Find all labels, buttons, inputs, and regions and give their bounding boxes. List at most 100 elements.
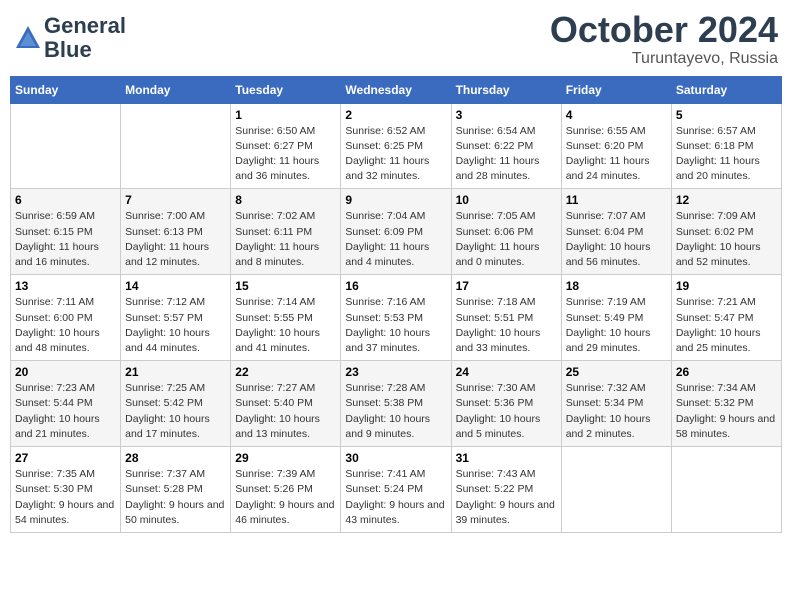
calendar-cell: 8 Sunrise: 7:02 AMSunset: 6:11 PMDaylight… [231,189,341,275]
calendar-header: SundayMondayTuesdayWednesdayThursdayFrid… [11,76,782,103]
day-number: 12 [676,193,777,207]
calendar-cell: 15Sunrise: 7:14 AMSunset: 5:55 PMDayligh… [231,275,341,361]
calendar-cell: 23 Sunrise: 7:28 AMSunset: 5:38 PMDayligh… [341,361,451,447]
day-number: 30 [345,451,446,465]
day-info: Sunrise: 7:11 AMSunset: 6:00 PMDaylight:… [15,295,116,356]
calendar-cell [121,103,231,189]
calendar-week-1: 1Sunrise: 6:50 AMSunset: 6:27 PMDaylight… [11,103,782,189]
calendar-cell [11,103,121,189]
calendar-cell: 2 Sunrise: 6:52 AMSunset: 6:25 PMDaylight… [341,103,451,189]
day-number: 3 [456,108,557,122]
calendar-cell: 19Sunrise: 7:21 AMSunset: 5:47 PMDayligh… [671,275,781,361]
day-number: 21 [125,365,226,379]
weekday-header-friday: Friday [561,76,671,103]
day-number: 23 [345,365,446,379]
day-info: Sunrise: 7:28 AMSunset: 5:38 PMDaylight:… [345,381,446,442]
calendar-body: 1Sunrise: 6:50 AMSunset: 6:27 PMDaylight… [11,103,782,532]
title-block: October 2024 Turuntayevo, Russia [550,10,778,68]
day-number: 26 [676,365,777,379]
calendar-cell: 25 Sunrise: 7:32 AMSunset: 5:34 PMDayligh… [561,361,671,447]
calendar-cell: 1Sunrise: 6:50 AMSunset: 6:27 PMDaylight… [231,103,341,189]
calendar-cell: 9 Sunrise: 7:04 AMSunset: 6:09 PMDaylight… [341,189,451,275]
day-number: 25 [566,365,667,379]
calendar-cell: 12Sunrise: 7:09 AMSunset: 6:02 PMDayligh… [671,189,781,275]
calendar-cell: 5 Sunrise: 6:57 AMSunset: 6:18 PMDaylight… [671,103,781,189]
day-number: 7 [125,193,226,207]
month-title: October 2024 [550,10,778,50]
day-info: Sunrise: 7:23 AMSunset: 5:44 PMDaylight:… [15,381,116,442]
calendar-cell: 21Sunrise: 7:25 AMSunset: 5:42 PMDayligh… [121,361,231,447]
day-info: Sunrise: 7:05 AMSunset: 6:06 PMDaylight:… [456,209,557,270]
weekday-header-tuesday: Tuesday [231,76,341,103]
day-info: Sunrise: 6:55 AMSunset: 6:20 PMDaylight:… [566,124,667,185]
day-number: 4 [566,108,667,122]
day-number: 19 [676,279,777,293]
calendar-cell: 10 Sunrise: 7:05 AMSunset: 6:06 PMDayligh… [451,189,561,275]
calendar-cell: 14 Sunrise: 7:12 AMSunset: 5:57 PMDayligh… [121,275,231,361]
calendar-cell: 4 Sunrise: 6:55 AMSunset: 6:20 PMDaylight… [561,103,671,189]
day-number: 16 [345,279,446,293]
day-number: 5 [676,108,777,122]
day-info: Sunrise: 7:39 AMSunset: 5:26 PMDaylight:… [235,467,336,528]
day-info: Sunrise: 6:57 AMSunset: 6:18 PMDaylight:… [676,124,777,185]
calendar-cell: 3Sunrise: 6:54 AMSunset: 6:22 PMDaylight… [451,103,561,189]
calendar-cell: 26Sunrise: 7:34 AMSunset: 5:32 PMDayligh… [671,361,781,447]
calendar-week-2: 6 Sunrise: 6:59 AMSunset: 6:15 PMDaylight… [11,189,782,275]
day-number: 10 [456,193,557,207]
day-number: 24 [456,365,557,379]
calendar-week-5: 27 Sunrise: 7:35 AMSunset: 5:30 PMDayligh… [11,447,782,533]
day-number: 27 [15,451,116,465]
calendar-cell: 27 Sunrise: 7:35 AMSunset: 5:30 PMDayligh… [11,447,121,533]
calendar-cell: 6 Sunrise: 6:59 AMSunset: 6:15 PMDaylight… [11,189,121,275]
day-number: 17 [456,279,557,293]
day-info: Sunrise: 7:12 AMSunset: 5:57 PMDaylight:… [125,295,226,356]
weekday-header-row: SundayMondayTuesdayWednesdayThursdayFrid… [11,76,782,103]
day-number: 28 [125,451,226,465]
logo: General Blue [14,14,126,62]
day-number: 20 [15,365,116,379]
day-number: 31 [456,451,557,465]
day-info: Sunrise: 7:16 AMSunset: 5:53 PMDaylight:… [345,295,446,356]
weekday-header-monday: Monday [121,76,231,103]
calendar-cell [561,447,671,533]
logo-line1: General [44,14,126,38]
calendar-table: SundayMondayTuesdayWednesdayThursdayFrid… [10,76,782,533]
calendar-cell [671,447,781,533]
logo-icon [14,24,42,52]
day-info: Sunrise: 7:32 AMSunset: 5:34 PMDaylight:… [566,381,667,442]
day-number: 2 [345,108,446,122]
day-number: 6 [15,193,116,207]
day-info: Sunrise: 7:35 AMSunset: 5:30 PMDaylight:… [15,467,116,528]
day-number: 13 [15,279,116,293]
calendar-cell: 16 Sunrise: 7:16 AMSunset: 5:53 PMDayligh… [341,275,451,361]
day-info: Sunrise: 6:52 AMSunset: 6:25 PMDaylight:… [345,124,446,185]
day-info: Sunrise: 7:19 AMSunset: 5:49 PMDaylight:… [566,295,667,356]
calendar-cell: 28 Sunrise: 7:37 AMSunset: 5:28 PMDayligh… [121,447,231,533]
day-info: Sunrise: 7:37 AMSunset: 5:28 PMDaylight:… [125,467,226,528]
calendar-cell: 30 Sunrise: 7:41 AMSunset: 5:24 PMDayligh… [341,447,451,533]
calendar-cell: 20 Sunrise: 7:23 AMSunset: 5:44 PMDayligh… [11,361,121,447]
day-info: Sunrise: 7:04 AMSunset: 6:09 PMDaylight:… [345,209,446,270]
day-number: 9 [345,193,446,207]
day-number: 18 [566,279,667,293]
day-info: Sunrise: 7:41 AMSunset: 5:24 PMDaylight:… [345,467,446,528]
day-info: Sunrise: 7:02 AMSunset: 6:11 PMDaylight:… [235,209,336,270]
calendar-cell: 11Sunrise: 7:07 AMSunset: 6:04 PMDayligh… [561,189,671,275]
calendar-cell: 24Sunrise: 7:30 AMSunset: 5:36 PMDayligh… [451,361,561,447]
calendar-cell: 13 Sunrise: 7:11 AMSunset: 6:00 PMDayligh… [11,275,121,361]
weekday-header-thursday: Thursday [451,76,561,103]
day-number: 11 [566,193,667,207]
day-number: 8 [235,193,336,207]
day-number: 22 [235,365,336,379]
calendar-cell: 29Sunrise: 7:39 AMSunset: 5:26 PMDayligh… [231,447,341,533]
calendar-cell: 31 Sunrise: 7:43 AMSunset: 5:22 PMDayligh… [451,447,561,533]
calendar-week-3: 13 Sunrise: 7:11 AMSunset: 6:00 PMDayligh… [11,275,782,361]
weekday-header-sunday: Sunday [11,76,121,103]
calendar-cell: 17Sunrise: 7:18 AMSunset: 5:51 PMDayligh… [451,275,561,361]
day-number: 15 [235,279,336,293]
day-number: 14 [125,279,226,293]
day-info: Sunrise: 6:59 AMSunset: 6:15 PMDaylight:… [15,209,116,270]
day-info: Sunrise: 7:43 AMSunset: 5:22 PMDaylight:… [456,467,557,528]
location: Turuntayevo, Russia [550,50,778,68]
calendar-cell: 18 Sunrise: 7:19 AMSunset: 5:49 PMDayligh… [561,275,671,361]
